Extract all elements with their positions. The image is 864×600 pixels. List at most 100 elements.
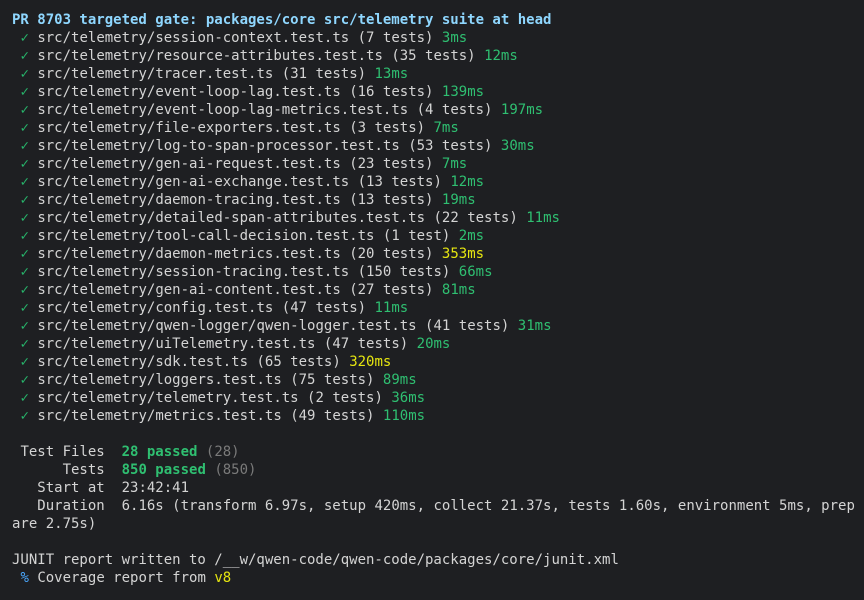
checkmark-icon: ✓ (20, 138, 29, 154)
test-result-row: ✓ src/telemetry/session-context.test.ts … (12, 29, 864, 47)
test-count: (41 tests) (425, 318, 510, 334)
test-duration: 20ms (416, 336, 451, 352)
test-count: (47 tests) (323, 336, 409, 352)
summary-start: Start at 23:42:41 (12, 479, 864, 497)
test-file-path: src/telemetry/config.test.ts (37, 300, 274, 316)
test-result-row: ✓ src/telemetry/session-tracing.test.ts … (12, 263, 864, 281)
test-duration: 12ms (450, 174, 485, 190)
test-count: (35 tests) (391, 48, 476, 64)
test-count: (2 tests) (307, 390, 383, 406)
test-duration: 139ms (441, 84, 485, 100)
test-duration: 2ms (458, 228, 485, 244)
test-count: (22 tests) (433, 210, 518, 226)
test-duration: 320ms (349, 354, 392, 370)
test-duration: 89ms (382, 372, 417, 388)
test-count: (65 tests) (256, 354, 341, 370)
test-results-list: ✓ src/telemetry/session-context.test.ts … (12, 29, 864, 425)
test-file-path: src/telemetry/session-context.test.ts (37, 30, 350, 46)
test-result-row: ✓ src/telemetry/tracer.test.ts (31 tests… (12, 65, 864, 83)
test-result-row: ✓ src/telemetry/config.test.ts (47 tests… (12, 299, 864, 317)
test-result-row: ✓ src/telemetry/file-exporters.test.ts (… (12, 119, 864, 137)
summary-duration-label: Duration (37, 498, 105, 514)
test-file-path: src/telemetry/file-exporters.test.ts (37, 120, 341, 136)
summary-start-label: Start at (37, 480, 105, 496)
checkmark-icon: ✓ (20, 228, 29, 244)
test-file-path: src/telemetry/metrics.test.ts (37, 408, 282, 424)
test-duration: 7ms (433, 120, 459, 136)
test-file-path: src/telemetry/sdk.test.ts (37, 354, 249, 370)
test-count: (53 tests) (408, 138, 493, 154)
test-result-row: ✓ src/telemetry/qwen-logger/qwen-logger.… (12, 317, 864, 335)
test-duration: 11ms (374, 300, 409, 316)
test-duration: 353ms (441, 246, 485, 262)
checkmark-icon: ✓ (20, 156, 29, 172)
test-file-path: src/telemetry/loggers.test.ts (37, 372, 282, 388)
checkmark-icon: ✓ (20, 192, 29, 208)
coverage-line: % Coverage report from v8 (12, 569, 864, 587)
summary-test-files: Test Files 28 passed (28) (12, 443, 864, 461)
summary-test-files-label: Test Files (20, 444, 105, 460)
test-count: (16 tests) (349, 84, 434, 100)
summary-tests: Tests 850 passed (850) (12, 461, 864, 479)
test-file-path: src/telemetry/telemetry.test.ts (37, 390, 299, 406)
summary-test-files-total: (28) (205, 444, 240, 460)
checkmark-icon: ✓ (20, 84, 29, 100)
checkmark-icon: ✓ (20, 282, 29, 298)
summary-tests-label: Tests (62, 462, 105, 478)
test-file-path: src/telemetry/daemon-tracing.test.ts (37, 192, 341, 208)
test-file-path: src/telemetry/daemon-metrics.test.ts (37, 246, 341, 262)
coverage-provider: v8 (214, 570, 232, 586)
checkmark-icon: ✓ (20, 30, 29, 46)
test-file-path: src/telemetry/event-loop-lag.test.ts (37, 84, 341, 100)
terminal-output: PR 8703 targeted gate: packages/core src… (0, 0, 864, 587)
test-count: (31 tests) (281, 66, 367, 82)
test-file-path: src/telemetry/resource-attributes.test.t… (37, 48, 383, 64)
test-count: (75 tests) (290, 372, 375, 388)
test-file-path: src/telemetry/event-loop-lag-metrics.tes… (37, 102, 409, 118)
test-result-row: ✓ src/telemetry/loggers.test.ts (75 test… (12, 371, 864, 389)
test-count: (13 tests) (349, 192, 434, 208)
test-duration: 13ms (374, 66, 409, 82)
junit-report-line: JUNIT report written to /__w/qwen-code/q… (12, 552, 619, 568)
test-file-path: src/telemetry/gen-ai-exchange.test.ts (37, 174, 350, 190)
checkmark-icon: ✓ (20, 318, 29, 334)
checkmark-icon: ✓ (20, 246, 29, 262)
test-count: (3 tests) (349, 120, 426, 136)
test-duration: 81ms (441, 282, 476, 298)
test-result-row: ✓ src/telemetry/tool-call-decision.test.… (12, 227, 864, 245)
percent-icon: % (20, 570, 29, 586)
test-duration: 110ms (382, 408, 426, 424)
test-result-row: ✓ src/telemetry/telemetry.test.ts (2 tes… (12, 389, 864, 407)
checkmark-icon: ✓ (20, 174, 29, 190)
test-count: (47 tests) (281, 300, 367, 316)
checkmark-icon: ✓ (20, 264, 29, 280)
test-result-row: ✓ src/telemetry/daemon-tracing.test.ts (… (12, 191, 864, 209)
checkmark-icon: ✓ (20, 372, 29, 388)
test-result-row: ✓ src/telemetry/daemon-metrics.test.ts (… (12, 245, 864, 263)
test-file-path: src/telemetry/tracer.test.ts (37, 66, 274, 82)
summary-test-files-passed: 28 passed (121, 444, 198, 460)
summary-start-value: 23:42:41 (121, 480, 190, 496)
checkmark-icon: ✓ (20, 336, 29, 352)
checkmark-icon: ✓ (20, 354, 29, 370)
test-duration: 36ms (391, 390, 426, 406)
test-count: (20 tests) (349, 246, 434, 262)
checkmark-icon: ✓ (20, 408, 29, 424)
coverage-text: Coverage report from (37, 570, 206, 586)
test-count: (4 tests) (416, 102, 493, 118)
summary-tests-passed: 850 passed (121, 462, 206, 478)
test-result-row: ✓ src/telemetry/resource-attributes.test… (12, 47, 864, 65)
test-duration: 66ms (458, 264, 493, 280)
checkmark-icon: ✓ (20, 48, 29, 64)
checkmark-icon: ✓ (20, 210, 29, 226)
checkmark-icon: ✓ (20, 66, 29, 82)
test-count: (27 tests) (349, 282, 434, 298)
checkmark-icon: ✓ (20, 300, 29, 316)
summary-duration: Duration 6.16s (transform 6.97s, setup 4… (12, 497, 864, 515)
test-count: (23 tests) (349, 156, 434, 172)
test-file-path: src/telemetry/detailed-span-attributes.t… (37, 210, 426, 226)
summary-duration-wrap: are 2.75s) (12, 516, 97, 532)
test-duration: 31ms (517, 318, 552, 334)
test-count: (150 tests) (357, 264, 451, 280)
summary-tests-total: (850) (214, 462, 257, 478)
